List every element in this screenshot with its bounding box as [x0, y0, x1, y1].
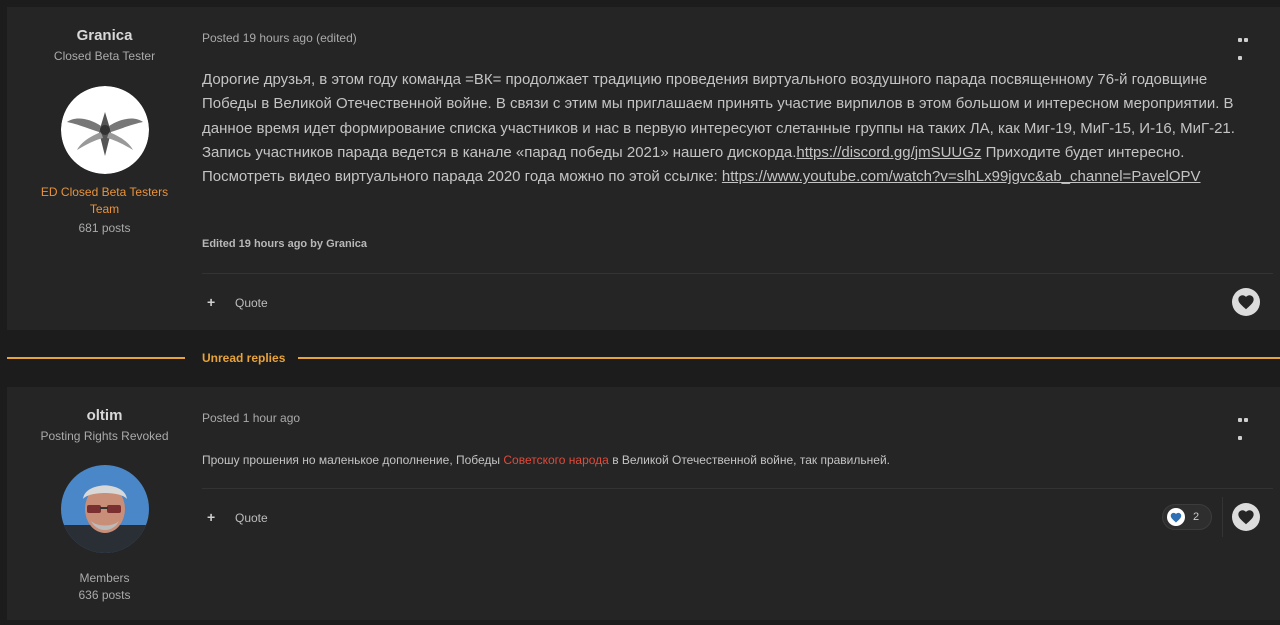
post-oltim: oltim Posting Rights Revoked Members 636… — [7, 387, 1280, 620]
heart-reaction-icon — [1167, 508, 1185, 526]
reaction-summary[interactable]: 2 — [1162, 504, 1212, 530]
avatar[interactable] — [60, 86, 149, 174]
author-name[interactable]: Granica — [7, 27, 202, 44]
author-panel: Granica Closed Beta Tester ED Closed Bet… — [7, 7, 202, 235]
ellipsis-icon[interactable] — [1238, 29, 1254, 60]
post-date[interactable]: Posted 1 hour ago — [202, 411, 300, 425]
plus-icon[interactable]: + — [207, 294, 235, 310]
author-panel: oltim Posting Rights Revoked Members 636… — [7, 387, 202, 602]
quote-button[interactable]: Quote — [235, 511, 268, 525]
youtube-link[interactable]: https://www.youtube.com/watch?v=slhLx99j… — [722, 168, 1201, 185]
author-group-line2: Team — [89, 202, 120, 216]
post-date[interactable]: Posted 19 hours ago (edited) — [202, 31, 357, 45]
post-granica: Granica Closed Beta Tester ED Closed Bet… — [7, 7, 1280, 330]
avatar-emblem-icon — [60, 86, 149, 174]
author-title: Closed Beta Tester — [53, 49, 156, 63]
post-content: Дорогие друзья, в этом году команда =ВК=… — [202, 68, 1252, 189]
quote-button[interactable]: Quote — [235, 296, 268, 310]
author-group: Members — [79, 571, 130, 585]
plus-icon[interactable]: + — [207, 509, 235, 525]
unread-replies-label: Unread replies — [202, 351, 286, 365]
avatar-photo-icon — [60, 465, 149, 553]
discord-link[interactable]: https://discord.gg/jmSUUGz — [796, 144, 981, 161]
unread-divider-left — [7, 357, 185, 359]
post-divider — [202, 488, 1273, 489]
post-content: Прошу прошения но маленькое дополнение, … — [202, 451, 1252, 469]
highlighted-text: Советского народа — [503, 453, 609, 467]
author-group-line1: ED Closed Beta Testers — [40, 185, 169, 199]
reaction-count: 2 — [1193, 511, 1200, 523]
author-post-count: 681 posts — [78, 221, 131, 235]
author-title: Posting Rights Revoked — [40, 429, 169, 443]
edited-note: Edited 19 hours ago by Granica — [202, 238, 368, 250]
author-group: ED Closed Beta Testers Team — [7, 184, 202, 218]
post-actions: + Quote — [207, 509, 268, 525]
ellipsis-icon[interactable] — [1238, 409, 1254, 440]
author-name[interactable]: oltim — [7, 407, 202, 424]
post-text-2: в Великой Отечественной войне, так прави… — [608, 453, 890, 467]
heart-icon[interactable] — [1232, 503, 1260, 531]
avatar[interactable] — [60, 465, 149, 553]
heart-icon[interactable] — [1232, 288, 1260, 316]
author-post-count: 636 posts — [78, 588, 131, 602]
post-text: Прошу прошения но маленькое дополнение, … — [202, 453, 504, 467]
unread-divider-right — [298, 357, 1280, 359]
post-divider — [202, 273, 1273, 274]
post-actions: + Quote — [207, 294, 268, 310]
action-separator — [1222, 497, 1223, 537]
